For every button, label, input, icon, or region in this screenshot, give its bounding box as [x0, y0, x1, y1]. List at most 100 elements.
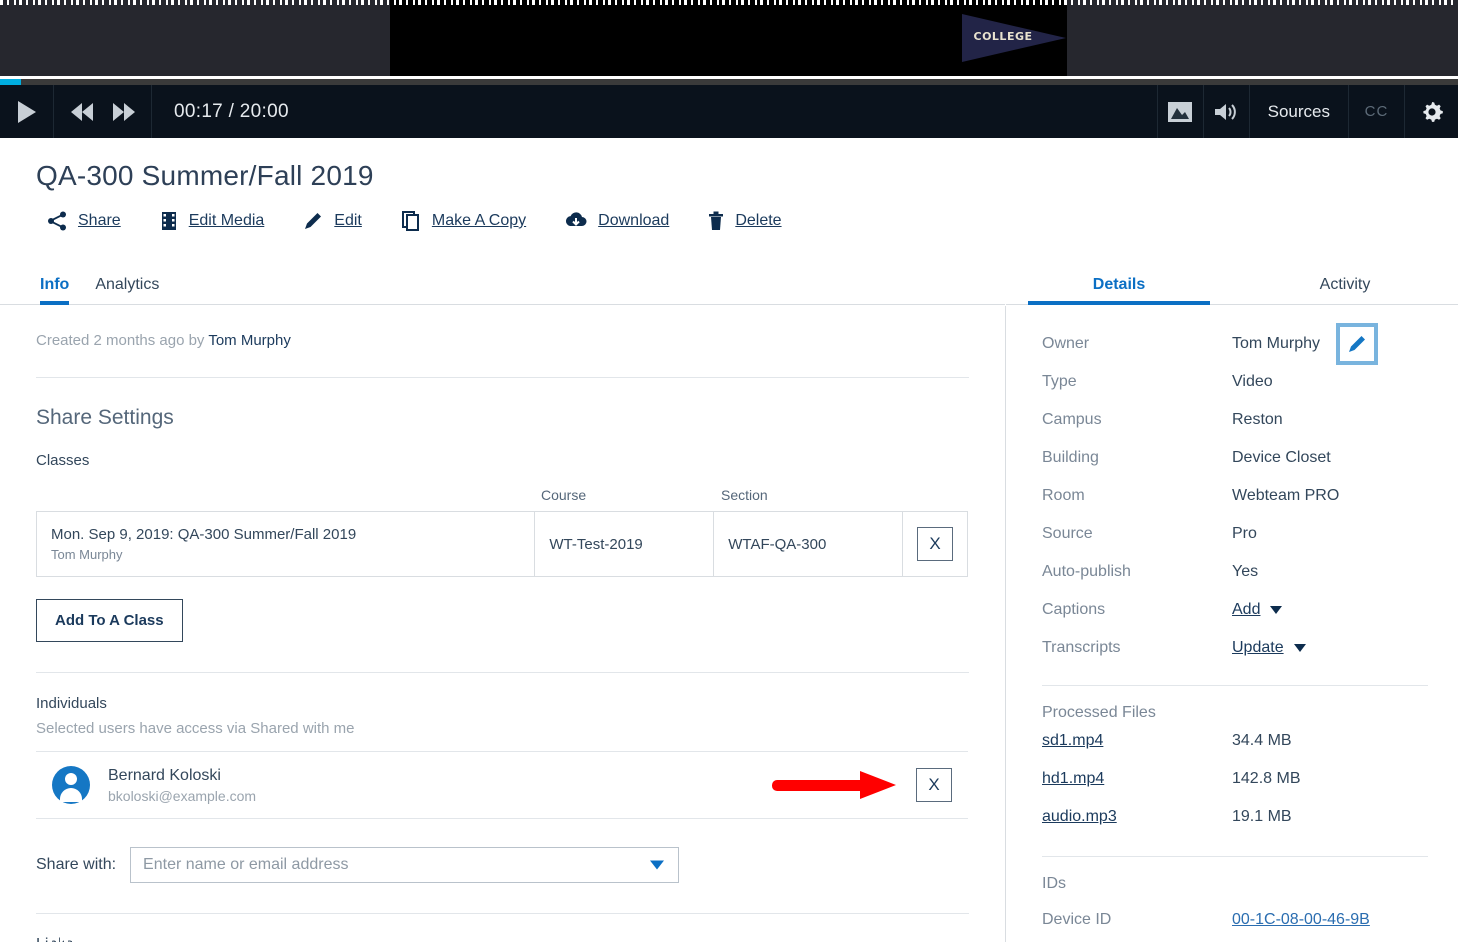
fast-forward-icon-2 — [123, 102, 135, 121]
detail-value-source: Pro — [1232, 525, 1257, 542]
classes-label: Classes — [36, 452, 90, 469]
edit-label: Edit — [334, 212, 362, 229]
edit-media-button[interactable]: Edit Media — [159, 210, 264, 232]
copy-icon — [401, 211, 419, 231]
detail-key-source: Source — [1042, 525, 1093, 542]
id-value-device[interactable]: 00-1C-08-00-46-9B — [1232, 911, 1370, 929]
torn-top-edge — [0, 0, 1458, 5]
detail-value-type: Video — [1232, 373, 1273, 390]
controls-spacer — [332, 85, 1157, 138]
share-with-input[interactable]: Enter name or email address — [130, 847, 680, 883]
fast-forward-button[interactable] — [112, 102, 135, 121]
download-button[interactable]: Download — [564, 210, 669, 232]
class-course-cell: WT-Test-2019 — [535, 512, 715, 576]
class-owner: Tom Murphy — [51, 547, 123, 562]
detail-row-room: Room Webteam PRO — [1042, 477, 1428, 515]
rewind-button[interactable] — [70, 102, 93, 121]
chevron-down-icon[interactable] — [650, 860, 665, 870]
add-to-a-class-button[interactable]: Add To A Class — [36, 599, 183, 642]
seek-buttons — [54, 85, 152, 138]
delete-button[interactable]: Delete — [707, 210, 782, 232]
right-tab-bar: Details Activity — [1006, 265, 1458, 305]
tab-analytics[interactable]: Analytics — [95, 276, 159, 304]
list-item: sd1.mp4 34.4 MB — [1006, 722, 1458, 760]
share-icon — [48, 211, 66, 231]
detail-key-type: Type — [1042, 373, 1077, 390]
file-link-hd1[interactable]: hd1.mp4 — [1042, 770, 1104, 787]
video-stage[interactable]: COLLEGE — [0, 0, 1458, 76]
file-size-hd1: 142.8 MB — [1232, 770, 1301, 787]
avatar — [52, 766, 90, 804]
download-label: Download — [598, 212, 670, 229]
film-icon — [161, 212, 176, 230]
list-item: Bernard Koloski bkoloski@example.com X — [36, 751, 968, 819]
col-header-course: Course — [541, 487, 587, 503]
app-page: COLLEGE 00:17 / 20:00 Sources CC QA-300 … — [0, 0, 1458, 942]
tab-details[interactable]: Details — [1006, 276, 1232, 305]
cc-button[interactable]: CC — [1348, 85, 1404, 138]
id-row-device: Device ID 00-1C-08-00-46-9B — [1006, 903, 1458, 937]
list-item: audio.mp3 19.1 MB — [1006, 798, 1458, 836]
arrow-head-icon — [860, 771, 896, 799]
edit-button[interactable]: Edit — [302, 210, 362, 232]
class-name-cell: Mon. Sep 9, 2019: QA-300 Summer/Fall 201… — [37, 512, 536, 576]
details-list: Owner Tom Murphy Type Video Campus Resto… — [1006, 305, 1458, 667]
layout-button[interactable] — [1156, 85, 1203, 138]
ids-title: IDs — [1042, 875, 1066, 892]
created-line: Created 2 months ago by Tom Murphy — [0, 306, 1005, 349]
file-name-cell: sd1.mp4 — [1042, 732, 1232, 750]
detail-key-autopublish: Auto-publish — [1042, 563, 1131, 580]
detail-row-type: Type Video — [1042, 363, 1428, 401]
make-a-copy-button[interactable]: Make A Copy — [400, 210, 526, 232]
details-panel: Details Activity Owner Tom Murphy Type V… — [1006, 265, 1458, 942]
remove-individual-button[interactable]: X — [916, 768, 952, 802]
remove-class-button[interactable]: X — [917, 527, 953, 561]
file-name-cell: audio.mp3 — [1042, 808, 1232, 826]
update-transcripts-link[interactable]: Update — [1232, 639, 1284, 657]
id-key-device: Device ID — [1042, 911, 1112, 928]
gear-icon — [1422, 101, 1443, 122]
play-icon — [17, 100, 36, 123]
play-button[interactable] — [0, 85, 54, 138]
settings-button[interactable] — [1404, 85, 1458, 138]
download-icon — [566, 212, 587, 226]
file-link-audio[interactable]: audio.mp3 — [1042, 808, 1117, 825]
add-captions-link[interactable]: Add — [1232, 601, 1260, 619]
share-button[interactable]: Share — [46, 210, 121, 232]
individuals-note: Selected users have access via Shared wi… — [36, 720, 355, 737]
captions-chevron-down-icon[interactable] — [1270, 606, 1283, 614]
created-by-link[interactable]: Tom Murphy — [208, 332, 291, 349]
table-row: Mon. Sep 9, 2019: QA-300 Summer/Fall 201… — [36, 511, 968, 577]
volume-button[interactable] — [1202, 85, 1249, 138]
tab-info[interactable]: Info — [40, 276, 70, 305]
player-controls: 00:17 / 20:00 Sources CC — [0, 85, 1458, 138]
detail-value-campus: Reston — [1232, 411, 1283, 428]
detail-key-transcripts: Transcripts — [1042, 639, 1121, 656]
detail-value-captions: Add — [1232, 601, 1283, 619]
pencil-icon — [305, 213, 322, 229]
transcripts-chevron-down-icon[interactable] — [1293, 644, 1306, 652]
individuals-label: Individuals — [36, 695, 107, 712]
file-name-cell: hd1.mp4 — [1042, 770, 1232, 788]
tab-activity[interactable]: Activity — [1232, 276, 1458, 304]
detail-row-autopublish: Auto-publish Yes — [1042, 553, 1428, 591]
college-pennant-watermark: COLLEGE — [962, 14, 1066, 62]
owner-name: Tom Murphy — [1232, 335, 1321, 352]
detail-value-transcripts: Update — [1232, 639, 1306, 657]
layout-icon — [1168, 101, 1193, 122]
content-header: QA-300 Summer/Fall 2019 Share Edit Media… — [0, 138, 1458, 232]
file-size-sd1: 34.4 MB — [1232, 732, 1292, 749]
detail-row-captions: Captions Add — [1042, 591, 1428, 629]
file-link-sd1[interactable]: sd1.mp4 — [1042, 732, 1103, 749]
share-with-label: Share with: — [36, 856, 117, 873]
sources-button[interactable]: Sources — [1248, 85, 1348, 138]
page-title: QA-300 Summer/Fall 2019 — [36, 160, 374, 191]
col-spacer — [36, 487, 541, 503]
detail-row-campus: Campus Reston — [1042, 401, 1428, 439]
detail-value-owner: Tom Murphy — [1232, 323, 1379, 365]
edit-owner-button[interactable] — [1336, 323, 1379, 365]
share-with-placeholder: Enter name or email address — [143, 856, 349, 873]
left-tab-bar: Info Analytics — [0, 265, 1005, 305]
pennant-label: COLLEGE — [973, 30, 1033, 43]
share-with-row: Share with: Enter name or email address — [0, 819, 1005, 883]
